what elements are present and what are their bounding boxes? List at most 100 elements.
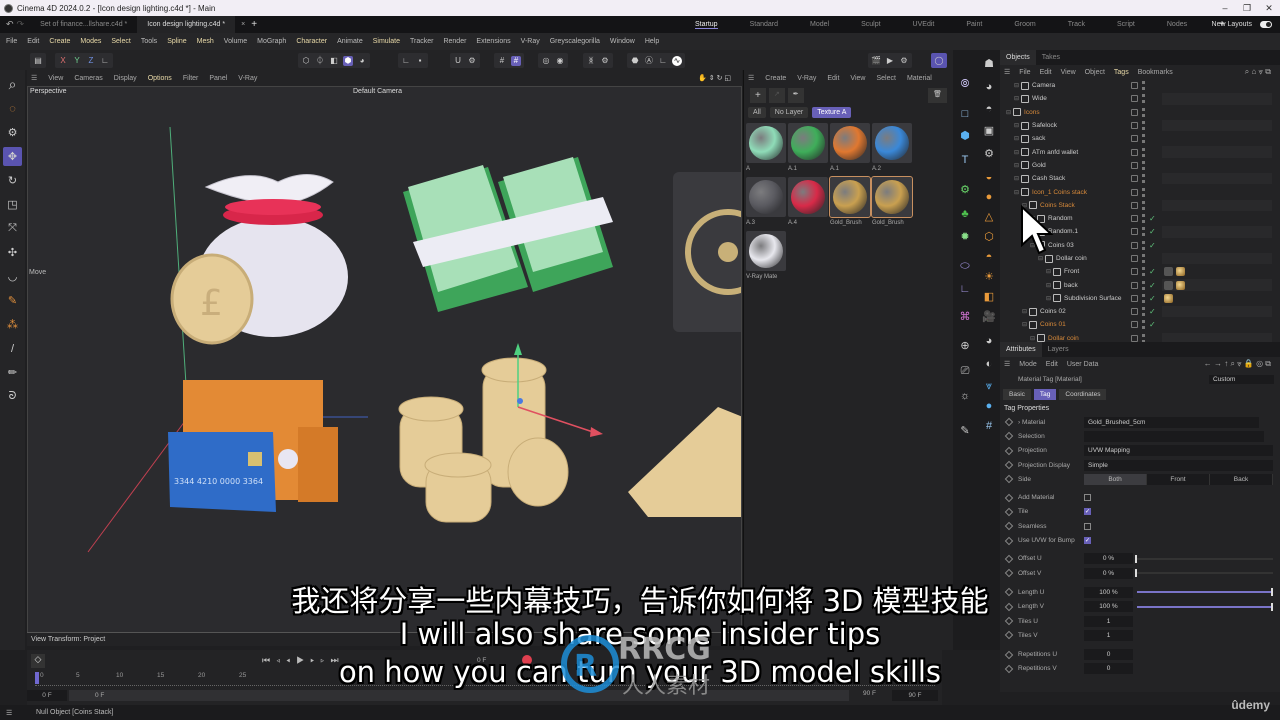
side-front[interactable]: Front	[1147, 473, 1210, 485]
menu-greyscalegorilla[interactable]: Greyscalegorilla	[550, 38, 600, 45]
object-tree-row[interactable]: ⊟ ATm anfd wallet	[1000, 145, 1280, 158]
object-tree-row[interactable]: ⊟ back ✓	[1000, 278, 1280, 291]
effector-icon[interactable]: ✹	[956, 228, 974, 246]
redo-icon[interactable]: ↷	[17, 19, 25, 30]
render-dots-icon[interactable]	[1142, 240, 1145, 250]
obj-menu-view[interactable]: View	[1061, 69, 1076, 76]
add-tab-button[interactable]: +	[251, 19, 257, 30]
doc-tab-active[interactable]: Icon design lighting.c4d *	[137, 16, 236, 33]
obj-menu-edit[interactable]: Edit	[1040, 69, 1052, 76]
menu-select[interactable]: Select	[111, 38, 130, 45]
attr-nav-icons[interactable]: ← → ↑ ⌕ ⩔ 🔒 ◎ ⧉	[1204, 359, 1271, 369]
link-icon[interactable]: ↗	[768, 88, 785, 103]
menu-volume[interactable]: Volume	[224, 38, 247, 45]
expand-toggle-icon[interactable]: ⊟	[1014, 122, 1019, 129]
expand-toggle-icon[interactable]: ⊟	[1014, 175, 1019, 182]
doc-tab[interactable]: Set of finance...llshare.c4d *	[30, 16, 137, 33]
slider-track[interactable]	[1135, 554, 1273, 563]
visibility-checkbox[interactable]	[1131, 255, 1138, 262]
render-dots-icon[interactable]	[1142, 147, 1145, 157]
menu-simulate[interactable]: Simulate	[373, 38, 400, 45]
visibility-checkbox[interactable]	[1131, 215, 1138, 223]
undo-icon[interactable]: ↶	[6, 19, 14, 30]
checkbox[interactable]: ✓	[1084, 537, 1091, 545]
material-swatch[interactable]: A.1	[830, 123, 872, 175]
range-end-field[interactable]: 90 F	[863, 690, 876, 697]
snap-icon[interactable]: U	[453, 56, 463, 66]
expand-toggle-icon[interactable]: ⊟	[1046, 295, 1051, 302]
dome-icon[interactable]: ◓	[980, 100, 998, 118]
material-field[interactable]: Gold_Brushed_5cm	[1084, 416, 1259, 428]
viewport-nav-icons[interactable]: ✋ ⇕ ↻ ◱	[698, 74, 731, 82]
enabled-check-icon[interactable]: ✓	[1149, 294, 1156, 303]
object-tree-row[interactable]: ⊟ Subdivision Surface ✓	[1000, 292, 1280, 305]
material-swatch[interactable]: A.2	[872, 123, 914, 175]
slider-handle[interactable]	[1135, 569, 1137, 578]
expand-toggle-icon[interactable]: ⊟	[1014, 135, 1019, 142]
object-tree-row[interactable]: ⊟ Camera	[1000, 79, 1280, 92]
edges-mode-icon[interactable]: ⏀	[315, 56, 325, 66]
viewport-menu-cameras[interactable]: Cameras	[74, 75, 102, 82]
enabled-check-icon[interactable]: ✓	[1149, 281, 1156, 290]
layer-no-layer[interactable]: No Layer	[769, 107, 809, 118]
menu-character[interactable]: Character	[296, 38, 327, 45]
material-tag-icon[interactable]	[1164, 293, 1173, 303]
objects-toolbar-icons[interactable]: ⌕ ⌂ ⩔ ⧉	[1245, 67, 1271, 77]
tweak-icon[interactable]: ✣	[3, 243, 22, 262]
axis-z-button[interactable]: Z	[86, 56, 96, 66]
layout-script[interactable]: Script	[1117, 21, 1135, 28]
visibility-checkbox[interactable]	[1131, 241, 1138, 249]
mat-menu-edit[interactable]: Edit	[827, 75, 839, 82]
object-tree-row[interactable]: ⊟ Icon_1 Coins stack	[1000, 185, 1280, 198]
grid-icon[interactable]: #	[497, 56, 507, 66]
mat-menu-material[interactable]: Material	[907, 75, 932, 82]
target-icon[interactable]: ◉	[555, 56, 565, 66]
subtab-coordinates[interactable]: Coordinates	[1059, 389, 1107, 400]
settings-object-icon[interactable]: ⚙	[980, 145, 998, 163]
polygon-pen-icon[interactable]: ⬣	[630, 56, 640, 66]
text-tool-icon[interactable]: Ⓐ	[644, 56, 654, 66]
hash-icon[interactable]: #	[980, 417, 998, 435]
render-dots-icon[interactable]	[1142, 81, 1145, 91]
layout-groom[interactable]: Groom	[1014, 21, 1035, 28]
render-dots-icon[interactable]	[1142, 94, 1145, 104]
points-mode-icon[interactable]: ⬡	[301, 56, 311, 66]
render-dots-icon[interactable]	[1142, 200, 1145, 210]
tab-attributes[interactable]: Attributes	[1000, 342, 1042, 357]
axis-x-button[interactable]: X	[58, 56, 68, 66]
material-swatch[interactable]: A.4	[788, 177, 830, 229]
visibility-checkbox[interactable]	[1131, 108, 1138, 116]
model-mode-icon[interactable]: ⬢	[343, 55, 353, 66]
expand-toggle-icon[interactable]: ⊟	[1014, 82, 1019, 89]
menu-tools[interactable]: Tools	[141, 38, 157, 45]
visibility-checkbox[interactable]	[1131, 188, 1138, 196]
play-object-icon[interactable]: ◕	[980, 78, 998, 96]
light-icon[interactable]: ◒	[980, 168, 998, 186]
render-dots-icon[interactable]	[1142, 267, 1145, 277]
material-swatch[interactable]: V-Ray Mate	[746, 231, 788, 283]
sphere-icon[interactable]: ●	[980, 397, 998, 415]
menu-file[interactable]: File	[6, 38, 17, 45]
slider-value-field[interactable]: 0 %	[1084, 567, 1133, 579]
object-tree-row[interactable]: ⊟ Cash Stack	[1000, 172, 1280, 185]
render-view-icon[interactable]: 🎬	[871, 56, 881, 66]
expand-toggle-icon[interactable]: ⊟	[1022, 321, 1027, 328]
snap-settings-icon[interactable]: ⚙	[467, 56, 477, 66]
enabled-check-icon[interactable]: ✓	[1149, 214, 1156, 223]
expand-toggle-icon[interactable]: ⊟	[1014, 189, 1019, 196]
close-button[interactable]: ✕	[1258, 0, 1280, 16]
object-tree-row[interactable]: ⊟ sack	[1000, 132, 1280, 145]
object-tree-row[interactable]: ⊟ Gold	[1000, 159, 1280, 172]
subdivision-icon[interactable]: ⚙	[956, 181, 974, 199]
live-selection-icon[interactable]: ◌	[3, 99, 22, 118]
spline-points-icon[interactable]: ⁂	[3, 315, 22, 334]
box-icon[interactable]: ▣	[980, 122, 998, 140]
menu-render[interactable]: Render	[443, 38, 466, 45]
trash-icon[interactable]: 🗑	[928, 88, 947, 103]
render-dots-icon[interactable]	[1142, 214, 1145, 224]
slider-track[interactable]	[1135, 569, 1273, 578]
null-icon[interactable]: ⦾	[956, 75, 974, 93]
viewport-hamburger-icon[interactable]: ☰	[31, 74, 37, 82]
preset-dropdown[interactable]: Custom	[1209, 374, 1274, 384]
checkbox[interactable]	[1084, 522, 1091, 530]
